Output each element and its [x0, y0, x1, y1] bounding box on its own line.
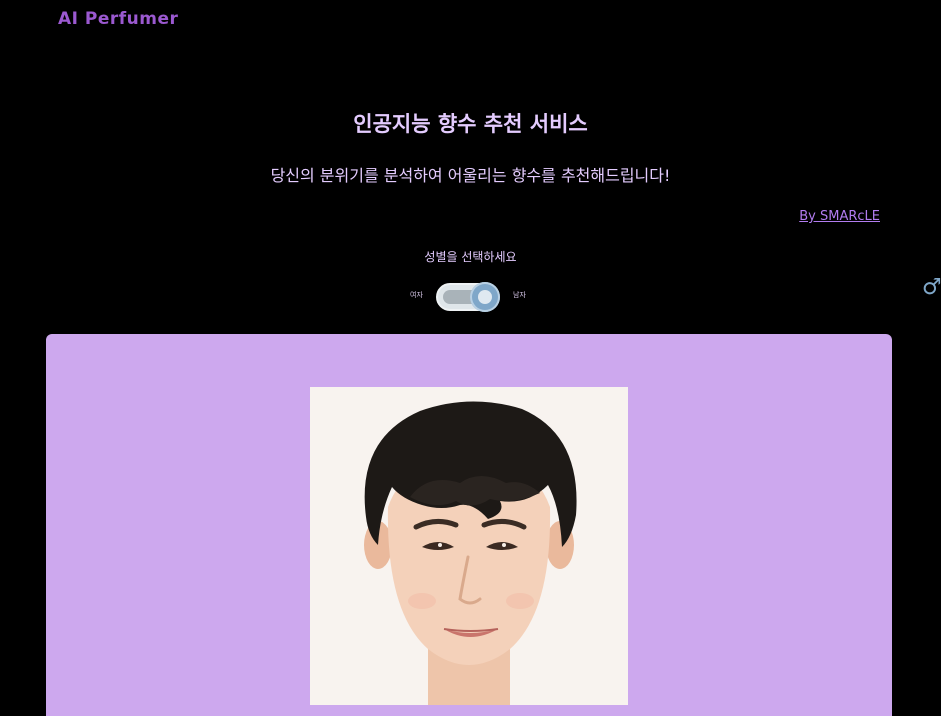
portrait-illustration [310, 387, 628, 705]
male-label: 남자 [513, 291, 526, 299]
gender-prompt: 성별을 선택하세요 [424, 250, 517, 264]
page-subtitle: 당신의 분위기를 분석하여 어울리는 향수를 추천해드립니다! [270, 166, 671, 185]
photo-panel [46, 334, 892, 716]
portrait-photo [310, 387, 628, 705]
byline-link[interactable]: By SMARcLE [799, 209, 880, 224]
toggle-knob-inner [478, 290, 492, 304]
male-icon: ♂ [922, 275, 941, 300]
page-title: 인공지능 향수 추천 서비스 [353, 112, 588, 136]
female-label: 여자 [410, 291, 423, 299]
gender-toggle-row: 여자 ♂ 남자 [0, 276, 941, 316]
logo[interactable]: AI Perfumer [58, 9, 178, 29]
gender-toggle[interactable]: ♂ [436, 277, 941, 312]
toggle-knob[interactable] [470, 282, 500, 312]
